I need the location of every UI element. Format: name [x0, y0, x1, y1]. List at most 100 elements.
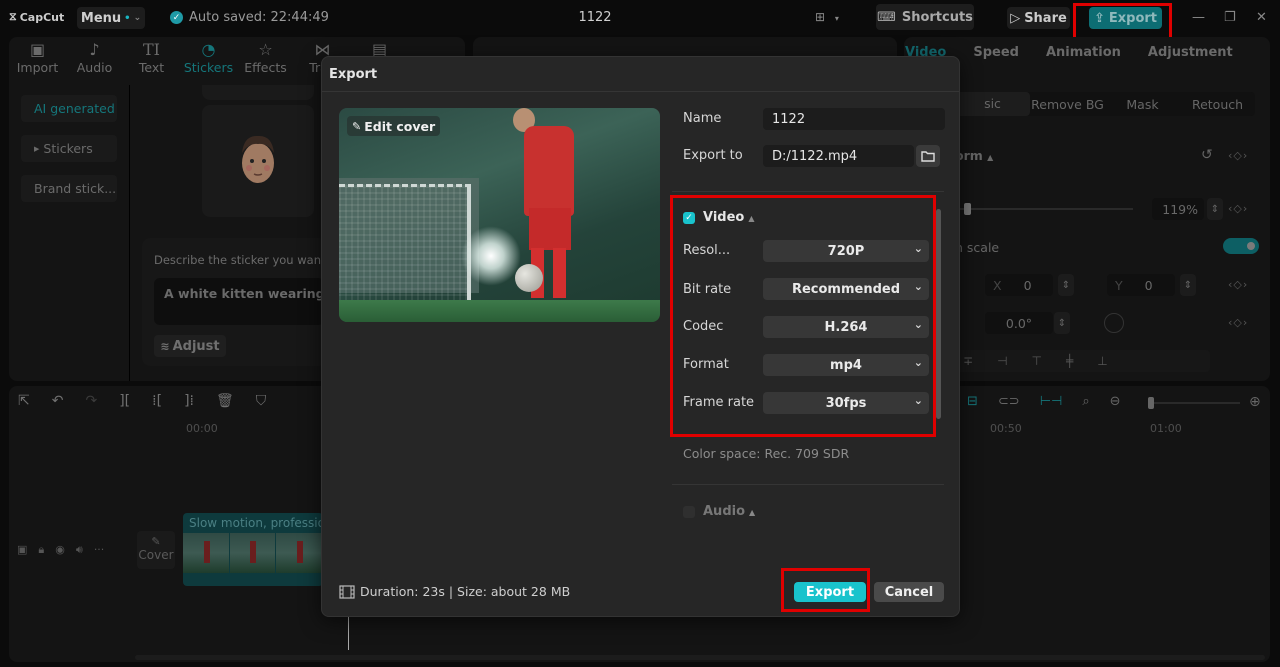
align-top-icon[interactable]: ⊤ [1032, 354, 1042, 368]
tab-stickers[interactable]: ◔ Stickers [180, 37, 237, 79]
timeline-zoom-handle[interactable] [1148, 397, 1154, 409]
align-center-v-icon[interactable]: ╪ [1066, 354, 1073, 368]
video-section-toggle[interactable]: Video ▲ [703, 210, 755, 225]
sticker-prompt-input[interactable]: A white kitten wearing a c [154, 278, 324, 325]
close-icon[interactable]: ✕ [1256, 10, 1267, 25]
top-export-button[interactable]: ⇪ Export [1089, 7, 1162, 29]
uniform-scale-toggle[interactable] [1223, 238, 1259, 254]
timeline-horizontal-scrollbar[interactable] [135, 655, 1265, 660]
volume-icon[interactable]: 🔊︎ [76, 543, 83, 557]
cover-light-glow [461, 226, 521, 286]
restore-icon[interactable]: ❐ [1224, 10, 1236, 25]
align-right-icon[interactable]: ⊣ [997, 354, 1007, 368]
resolution-select[interactable]: 720P ⌄ [763, 240, 929, 262]
keyframe-icon[interactable]: ‹◇› [1228, 278, 1248, 291]
frame-rate-select[interactable]: 30fps ⌄ [763, 392, 929, 414]
subtab-basic[interactable]: sic [955, 92, 1030, 116]
cover-preview[interactable]: ✎ Edit cover [339, 108, 660, 322]
layout-button[interactable]: ⊞ ▾ [815, 10, 839, 24]
split-left-icon[interactable]: ⁞[ [152, 393, 162, 409]
tab-speed[interactable]: Speed [973, 45, 1019, 60]
rotation-field[interactable]: 0.0° [985, 312, 1053, 334]
split-right-icon[interactable]: ]⁞ [184, 393, 194, 409]
zoom-out-icon[interactable]: ⊖ [1110, 394, 1121, 409]
sidebar-divider [129, 85, 130, 381]
cover-button[interactable]: ✎ Cover [137, 531, 175, 569]
scale-slider[interactable] [955, 203, 1133, 215]
subtab-remove-bg[interactable]: Remove BG [1030, 97, 1105, 112]
settings-scrollbar[interactable] [936, 209, 941, 419]
tab-adjustment[interactable]: Adjustment [1148, 45, 1233, 60]
minimize-icon[interactable]: — [1192, 10, 1205, 25]
video-clip[interactable]: Slow motion, professional [183, 513, 323, 586]
position-x-stepper[interactable]: ⇕ [1058, 274, 1074, 296]
scale-stepper[interactable]: ⇕ [1207, 198, 1223, 220]
redo-icon[interactable]: ↷ [85, 393, 97, 409]
split-icon[interactable]: ][ [119, 393, 130, 409]
link-icon[interactable]: ⊂⊃ [998, 394, 1020, 409]
tab-text[interactable]: TI Text [123, 37, 180, 79]
marker-icon[interactable]: ⛉ [256, 393, 267, 409]
subtab-mask[interactable]: Mask [1105, 97, 1180, 112]
reset-icon[interactable]: ↺ [1201, 147, 1213, 163]
timeline-zoom-slider[interactable] [1148, 397, 1240, 409]
zoom-in-icon[interactable]: ⊕ [1249, 394, 1261, 410]
select-cursor-icon[interactable]: ⇱ [18, 393, 30, 409]
tab-import[interactable]: ▣ Import [9, 37, 66, 79]
align-bottom-icon[interactable]: ⊥ [1097, 354, 1107, 368]
snap-icon[interactable]: ⊟ [967, 394, 978, 409]
name-label: Name [683, 111, 722, 126]
check-circle-icon: ✓ [170, 11, 183, 24]
share-button[interactable]: ▷ Share [1007, 7, 1070, 29]
audio-section-toggle[interactable]: Audio ▲ [703, 504, 755, 519]
edit-cover-button[interactable]: ✎ Edit cover [347, 116, 441, 136]
scale-value-field[interactable]: 119% [1152, 198, 1204, 220]
timeline-right-tools: ⊟ ⊂⊃ ⊢⊣ ⌕ ⊖ [967, 394, 1121, 409]
effects-icon: ☆ [258, 40, 273, 59]
browse-folder-button[interactable] [916, 145, 940, 167]
align-center-h-icon[interactable]: ∓ [963, 354, 973, 368]
scale-slider-handle[interactable] [964, 203, 971, 215]
shortcuts-button[interactable]: ⌨ Shortcuts [876, 4, 974, 30]
zoom-fit-icon[interactable]: ⌕ [1082, 394, 1089, 409]
sticker-thumbnail[interactable] [202, 105, 314, 217]
playhead[interactable] [348, 612, 349, 650]
lock-icon[interactable]: 🔒︎ [38, 543, 44, 557]
sidebar-item-stickers[interactable]: ▶ Stickers [21, 135, 117, 162]
codec-select[interactable]: H.264 ⌄ [763, 316, 929, 338]
cancel-button[interactable]: Cancel [874, 582, 944, 602]
cover-player-body [524, 126, 574, 216]
position-x-field[interactable]: X 0 [985, 274, 1053, 296]
export-path-input[interactable]: D:/1122.mp4 [763, 145, 914, 167]
position-y-stepper[interactable]: ⇕ [1180, 274, 1196, 296]
more-icon[interactable]: ··· [94, 543, 105, 557]
name-input[interactable]: 1122 [763, 108, 945, 130]
video-checkbox[interactable]: ✓ [683, 212, 695, 224]
undo-icon[interactable]: ↶ [52, 393, 64, 409]
tab-effects[interactable]: ☆ Effects [237, 37, 294, 79]
keyframe-icon[interactable]: ‹◇› [1228, 202, 1248, 215]
preview-axis-icon[interactable]: ⊢⊣ [1040, 394, 1063, 409]
subtab-retouch[interactable]: Retouch [1180, 97, 1255, 112]
eye-icon[interactable]: ◉ [55, 543, 65, 557]
folder-icon [921, 151, 935, 162]
keyframe-icon[interactable]: ‹◇› [1228, 149, 1248, 162]
bitrate-select[interactable]: Recommended ⌄ [763, 278, 929, 300]
adjust-button[interactable]: ≋ Adjust [154, 335, 226, 357]
audio-checkbox[interactable] [683, 506, 695, 518]
caret-right-icon: ▶ [34, 144, 40, 153]
sidebar-item-ai-generated[interactable]: AI generated [21, 95, 117, 122]
keyframe-icon[interactable]: ‹◇› [1228, 316, 1248, 329]
sidebar-item-brand-stickers[interactable]: Brand stick... [21, 175, 117, 202]
tab-audio[interactable]: ♪ Audio [66, 37, 123, 79]
rotation-dial[interactable] [1104, 313, 1124, 333]
menu-button[interactable]: Menu • ⌄ [77, 7, 145, 29]
format-select[interactable]: mp4 ⌄ [763, 354, 929, 376]
delete-icon[interactable]: 🗑 [216, 393, 234, 409]
tab-animation[interactable]: Animation [1046, 45, 1121, 60]
position-y-field[interactable]: Y 0 [1107, 274, 1175, 296]
divider [672, 484, 944, 485]
export-button[interactable]: Export [794, 582, 866, 602]
rotation-stepper[interactable]: ⇕ [1054, 312, 1070, 334]
track-cover-icon[interactable]: ▣ [17, 543, 27, 557]
